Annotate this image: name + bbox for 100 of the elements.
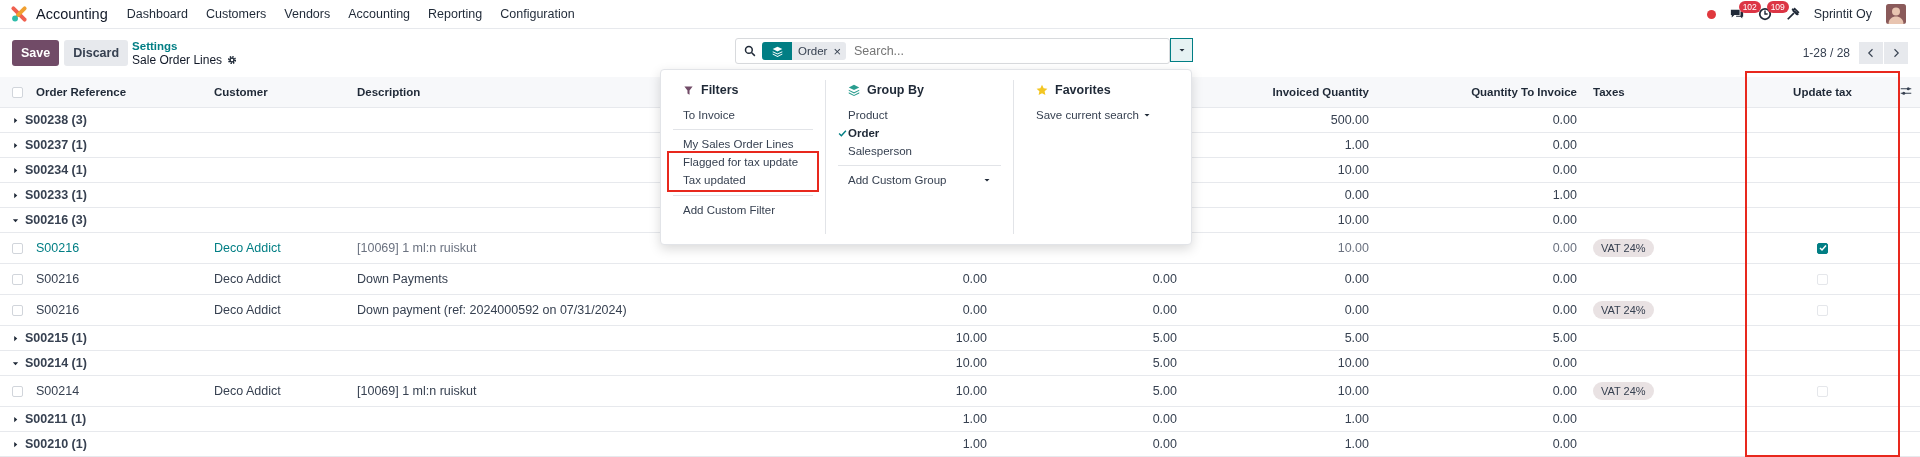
- filter-option[interactable]: Add Custom Filter: [673, 201, 813, 219]
- column-header[interactable]: Taxes: [1593, 86, 1625, 98]
- tax-tag: VAT 24%: [1593, 301, 1654, 319]
- table-cell: 0.00: [1552, 213, 1577, 227]
- caret-right-icon: [12, 191, 19, 199]
- menu-item[interactable]: Reporting: [421, 3, 490, 25]
- previous-page-button[interactable]: [1859, 42, 1883, 64]
- search-options-toggle[interactable]: [1170, 38, 1193, 62]
- group-row-header[interactable]: S00216 (3): [12, 213, 87, 228]
- row-checkbox[interactable]: [12, 273, 23, 285]
- filter-option[interactable]: To Invoice: [673, 106, 813, 124]
- message-count: 102: [1738, 1, 1761, 13]
- column-header[interactable]: Order Reference: [36, 86, 127, 98]
- next-page-button[interactable]: [1884, 42, 1908, 64]
- caret-right-icon: [12, 334, 19, 342]
- discard-button[interactable]: Discard: [64, 40, 129, 66]
- section-title: Filters: [701, 83, 739, 97]
- company-name[interactable]: Sprintit Oy: [1813, 7, 1872, 21]
- table-cell: 0.00: [1152, 412, 1177, 426]
- filter-option[interactable]: Tax updated: [673, 171, 813, 189]
- column-header[interactable]: Description: [357, 86, 421, 98]
- app-name[interactable]: Accounting: [36, 6, 108, 22]
- table-cell: 0.00: [1152, 437, 1177, 451]
- group-row-header[interactable]: S00238 (3): [12, 113, 87, 128]
- caret-icon: [983, 176, 991, 184]
- table-cell: 0.00: [962, 303, 987, 317]
- filter-option[interactable]: Flagged for tax update: [673, 153, 813, 171]
- group-by-option[interactable]: Salesperson: [838, 142, 1001, 160]
- group-row-header[interactable]: S00211 (1): [12, 412, 87, 427]
- table-cell: 5.00: [1552, 331, 1577, 345]
- table-cell: 0.00: [1552, 163, 1577, 177]
- table-cell: Deco Addict: [214, 303, 281, 317]
- remove-facet-button[interactable]: ×: [833, 43, 846, 59]
- caret-right-icon: [12, 166, 19, 174]
- column-header[interactable]: Update tax: [1793, 86, 1852, 98]
- layers-icon: [771, 45, 783, 57]
- table-cell: 10.00: [955, 356, 987, 370]
- menu-item[interactable]: Dashboard: [119, 3, 195, 25]
- activity-count: 109: [1766, 1, 1789, 13]
- group-row-header[interactable]: S00215 (1): [12, 331, 87, 346]
- table-cell: 0.00: [1552, 303, 1577, 317]
- table-cell: S00216: [36, 272, 80, 286]
- filter-option[interactable]: My Sales Order Lines: [673, 135, 813, 153]
- avatar-icon: [1886, 4, 1906, 24]
- table-cell: 1.00: [962, 437, 987, 451]
- save-search-option[interactable]: Save current search: [1026, 106, 1161, 124]
- check-icon: [838, 128, 847, 138]
- table-cell: 1.00: [1344, 138, 1369, 152]
- tools-icon: [1785, 7, 1800, 21]
- table-cell: S00216: [36, 303, 80, 317]
- menu-item[interactable]: Vendors: [277, 3, 338, 25]
- table-cell: S00216: [36, 241, 80, 255]
- caret-icon: [1142, 111, 1151, 119]
- table-cell: 10.00: [1337, 163, 1369, 177]
- group-row-header[interactable]: S00214 (1): [12, 356, 87, 371]
- group-row-header[interactable]: S00234 (1): [12, 163, 87, 178]
- search-field[interactable]: Order × Search...: [735, 38, 1170, 64]
- column-header[interactable]: Customer: [214, 86, 268, 98]
- table-cell: 1.00: [1344, 412, 1369, 426]
- table-cell: 0.00: [1344, 188, 1369, 202]
- table-cell: 10.00: [955, 384, 987, 398]
- table-cell: 5.00: [1152, 356, 1177, 370]
- menu-item[interactable]: Customers: [198, 3, 274, 25]
- row-checkbox[interactable]: [12, 304, 23, 316]
- add-custom-group-select[interactable]: Add Custom Group: [838, 171, 1001, 189]
- select-all-checkbox[interactable]: [12, 86, 23, 98]
- table-cell: 0.00: [1552, 356, 1577, 370]
- menu-item[interactable]: Configuration: [493, 3, 582, 25]
- row-checkbox[interactable]: [12, 242, 23, 254]
- tax-tag: VAT 24%: [1593, 239, 1654, 257]
- table-cell: 0.00: [1552, 384, 1577, 398]
- breadcrumb-link[interactable]: Settings: [132, 39, 238, 53]
- table-cell: Deco Addict: [214, 384, 281, 398]
- table-cell: 0.00: [1552, 272, 1577, 286]
- layers-icon: [848, 84, 860, 96]
- update-tax-checkbox[interactable]: [1817, 242, 1828, 254]
- menu-item[interactable]: Accounting: [341, 3, 418, 25]
- status-dot: [1706, 9, 1716, 19]
- table-cell: 0.00: [962, 272, 987, 286]
- page-title: Sale Order Lines: [132, 53, 223, 67]
- row-checkbox[interactable]: [12, 385, 23, 397]
- gear-icon: [227, 55, 238, 65]
- table-cell: 0.00: [1152, 303, 1177, 317]
- table-cell: [10069] 1 ml:n ruiskut: [357, 241, 477, 255]
- clock-icon: [1757, 7, 1772, 21]
- table-cell: 5.00: [1152, 384, 1177, 398]
- section-title: Group By: [867, 83, 924, 97]
- column-header[interactable]: Quantity To Invoice: [1471, 86, 1577, 98]
- app-logo-icon: [10, 5, 28, 23]
- table-cell: 10.00: [1337, 356, 1369, 370]
- caret-down-icon: [12, 359, 19, 367]
- column-header[interactable]: Invoiced Quantity: [1272, 86, 1369, 98]
- group-row-header[interactable]: S00237 (1): [12, 138, 87, 153]
- save-button[interactable]: Save: [12, 40, 60, 66]
- group-by-option[interactable]: Product: [838, 106, 1001, 124]
- table-cell: 5.00: [1344, 331, 1369, 345]
- section-title: Favorites: [1055, 83, 1111, 97]
- group-row-header[interactable]: S00210 (1): [12, 437, 87, 452]
- group-by-option[interactable]: Order: [838, 124, 1001, 142]
- group-row-header[interactable]: S00233 (1): [12, 188, 87, 203]
